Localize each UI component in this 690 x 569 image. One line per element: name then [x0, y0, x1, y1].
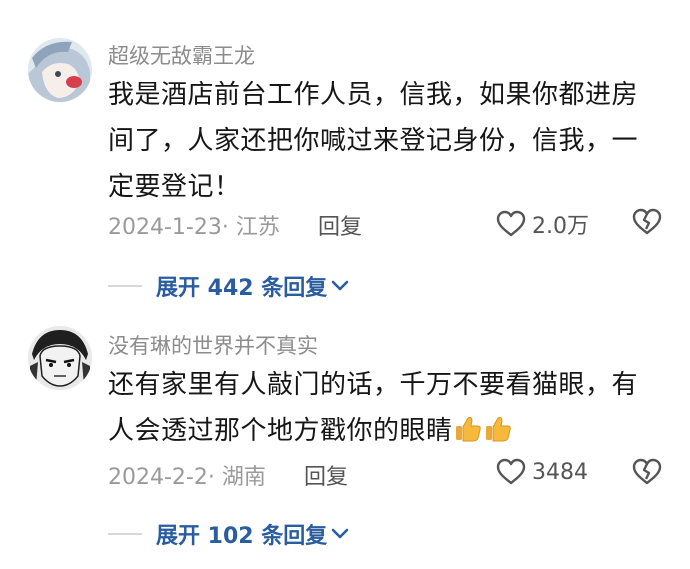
avatar[interactable]	[28, 326, 92, 390]
comment-text-container: 还有家里有人敲门的话，千万不要看猫眼，有人会透过那个地方戳你的眼睛	[108, 362, 663, 454]
expand-replies-button[interactable]: 展开 102 条回复	[156, 518, 349, 550]
manga-avatar-icon	[28, 326, 92, 390]
reply-button[interactable]: 回复	[318, 209, 362, 241]
avatar[interactable]	[28, 38, 92, 102]
thumbs-up-icon	[483, 413, 513, 443]
like-count: 3484	[532, 459, 588, 485]
like-button[interactable]: 2.0万	[496, 208, 589, 240]
like-count: 2.0万	[532, 214, 589, 239]
divider	[108, 533, 142, 535]
dislike-button[interactable]	[632, 208, 662, 238]
reply-button[interactable]: 回复	[304, 459, 348, 491]
broken-heart-icon	[632, 458, 662, 485]
expand-replies-label: 展开 442 条回复	[156, 276, 328, 301]
comment-2: 没有琳的世界并不真实 还有家里有人敲门的话，千万不要看猫眼，有人会透过那个地方戳…	[0, 310, 690, 569]
broken-heart-icon	[632, 208, 662, 235]
expand-replies-button[interactable]: 展开 442 条回复	[156, 270, 349, 302]
heart-icon	[496, 210, 526, 237]
comment-1: 超级无敌霸王龙 我是酒店前台工作人员，信我，如果你都进房间了，人家还把你喊过来登…	[0, 0, 690, 310]
expand-replies-row: 展开 442 条回复	[108, 270, 349, 302]
username[interactable]: 超级无敌霸王龙	[108, 40, 255, 70]
thumbs-up-icon	[453, 413, 483, 443]
heart-icon	[496, 458, 526, 485]
username[interactable]: 没有琳的世界并不真实	[108, 330, 318, 360]
dislike-button[interactable]	[632, 458, 662, 488]
anime-avatar-icon	[28, 38, 92, 102]
chevron-down-icon	[331, 528, 349, 539]
chevron-down-icon	[331, 280, 349, 291]
comment-text: 我是酒店前台工作人员，信我，如果你都进房间了，人家还把你喊过来登记身份，信我，一…	[108, 80, 639, 202]
expand-replies-label: 展开 102 条回复	[156, 524, 328, 549]
date-location: 2024-1-23· 江苏	[108, 215, 280, 240]
divider	[108, 285, 142, 287]
date-location: 2024-2-2· 湖南	[108, 465, 266, 490]
expand-replies-row: 展开 102 条回复	[108, 518, 349, 550]
like-button[interactable]: 3484	[496, 458, 588, 486]
comment-text: 还有家里有人敲门的话，千万不要看猫眼，有人会透过那个地方戳你的眼睛	[108, 370, 639, 446]
